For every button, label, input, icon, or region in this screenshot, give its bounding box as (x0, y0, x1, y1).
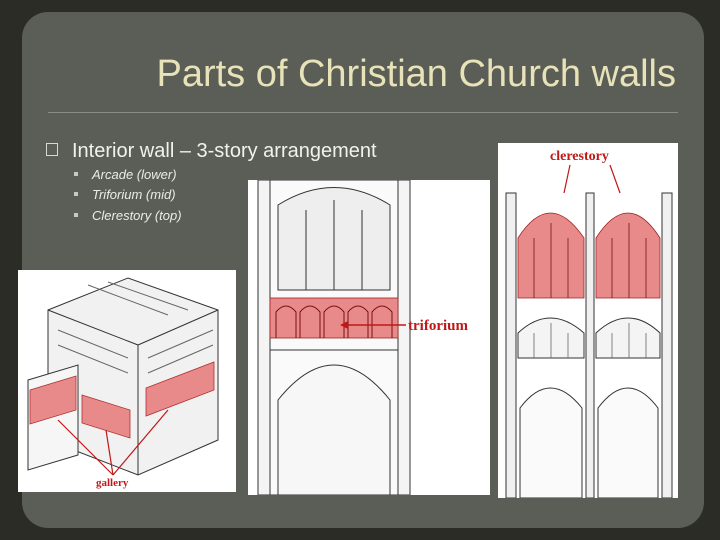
gallery-label: gallery (96, 477, 129, 489)
triforium-label: triforium (408, 318, 468, 334)
main-bullet: Interior wall – 3-story arrangement (46, 139, 377, 163)
bullet-dot-icon (74, 213, 78, 217)
sub-bullet-arcade: Arcade (lower) (74, 167, 177, 183)
sub-bullet-text: Arcade (lower) (92, 167, 177, 182)
sub-bullet-clerestory: Clerestory (top) (74, 208, 182, 224)
slide-title: Parts of Christian Church walls (156, 53, 676, 95)
clerestory-label: clerestory (550, 149, 609, 164)
title-divider (48, 112, 678, 113)
bullet-dot-icon (74, 172, 78, 176)
gallery-cutaway-image: gallery (18, 270, 236, 492)
square-bullet-icon (46, 143, 58, 156)
clerestory-elevation-image: clerestory (498, 143, 678, 498)
sub-bullet-text: Triforium (mid) (92, 187, 176, 202)
triforium-elevation-image: triforium (248, 180, 490, 495)
sub-bullet-text: Clerestory (top) (92, 208, 182, 223)
bullet-dot-icon (74, 192, 78, 196)
sub-bullet-triforium: Triforium (mid) (74, 187, 176, 203)
main-bullet-text: Interior wall – 3-story arrangement (72, 140, 377, 162)
